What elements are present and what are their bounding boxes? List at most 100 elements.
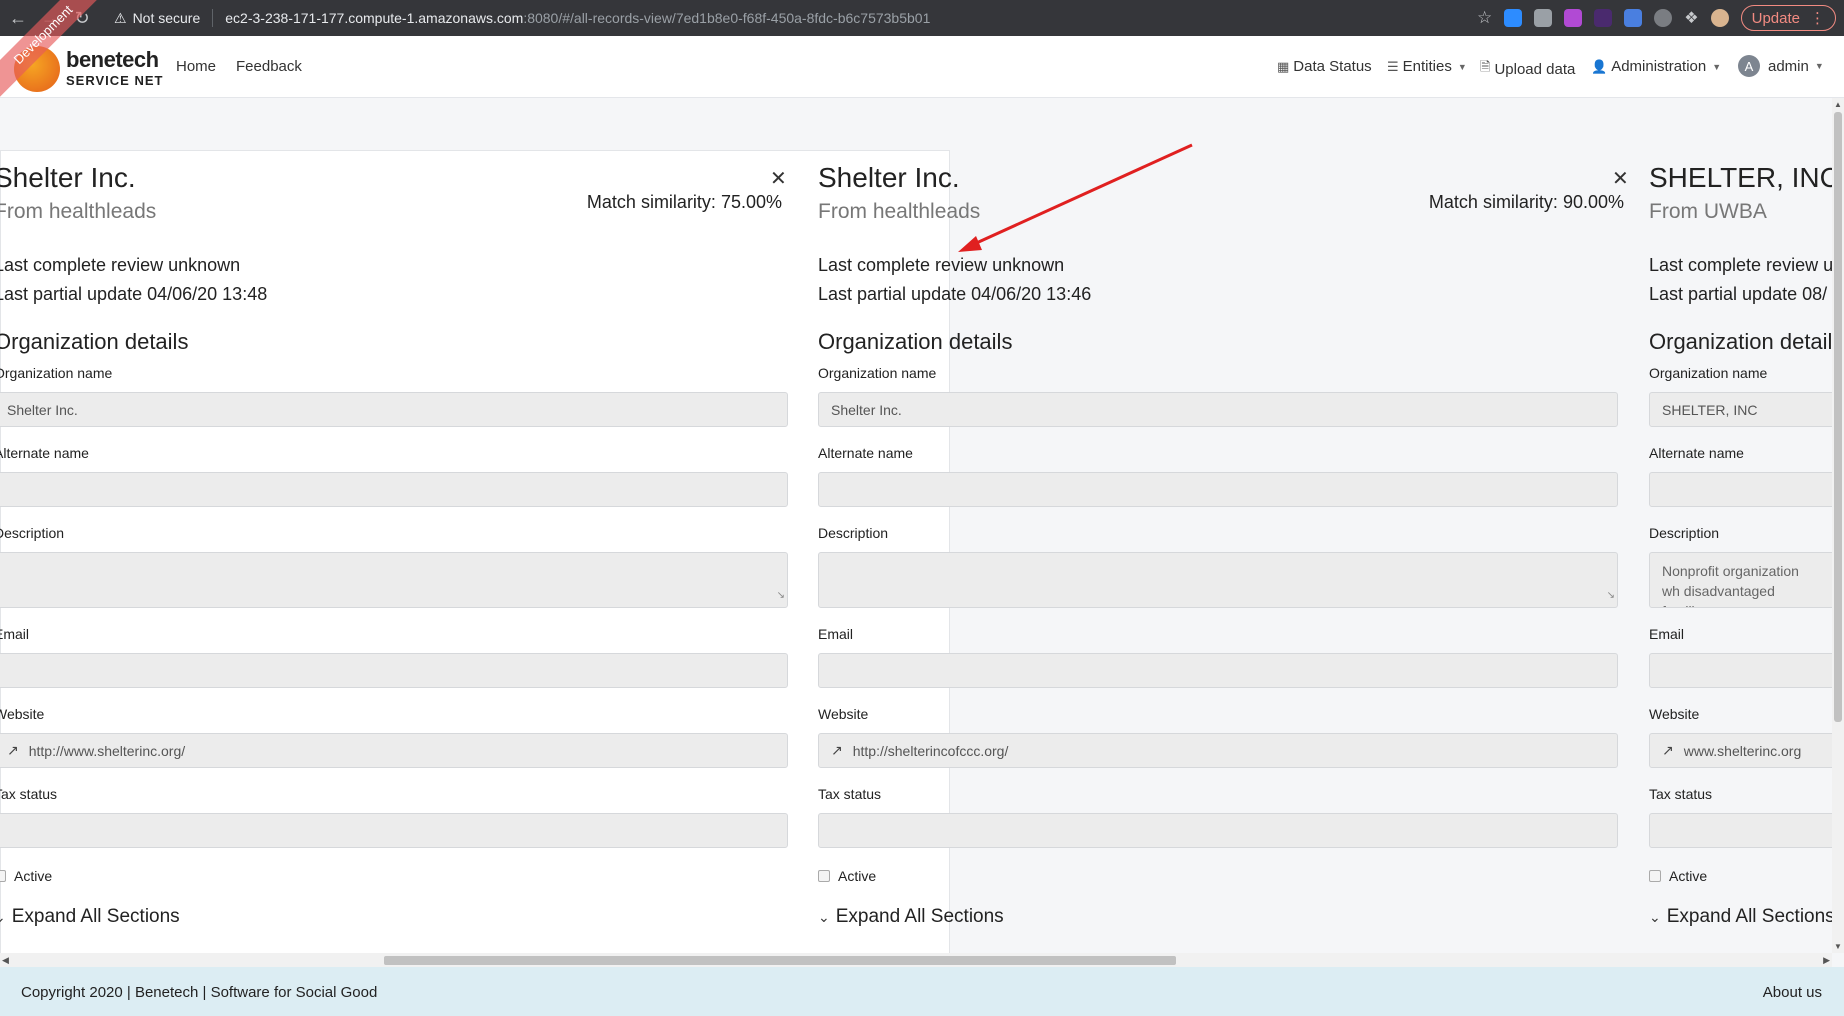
resize-grip-icon[interactable]: ↘ <box>1607 586 1615 606</box>
extension-icon-2[interactable] <box>1534 9 1553 27</box>
active-checkbox[interactable] <box>0 870 6 882</box>
back-arrow-icon[interactable]: ← <box>4 4 32 32</box>
description-field[interactable]: ↘ <box>818 552 1618 608</box>
tax-status-field[interactable] <box>1649 813 1832 848</box>
org-name-field[interactable]: Shelter Inc. <box>818 392 1618 427</box>
org-name-field[interactable]: Shelter Inc. <box>0 392 788 427</box>
email-label: Email <box>1649 626 1685 642</box>
update-button[interactable]: Update ⋮ <box>1740 5 1836 31</box>
chevron-down-icon: ⌄ <box>0 909 6 926</box>
horizontal-scroll-thumb[interactable] <box>384 956 1176 965</box>
extensions-bar: ☆ ❖ Update ⋮ <box>1477 4 1836 32</box>
website-label: Website <box>818 706 869 722</box>
zoom-extension-icon[interactable] <box>1504 9 1523 27</box>
expand-all-sections[interactable]: ⌄ Expand All Sections <box>818 906 1004 928</box>
translate-extension-icon[interactable] <box>1624 9 1643 27</box>
tax-status-field[interactable] <box>818 813 1618 848</box>
active-checkbox-row[interactable]: Active <box>0 868 52 884</box>
scroll-down-arrow-icon[interactable]: ▼ <box>1834 942 1842 951</box>
address-separator <box>212 9 214 27</box>
tax-status-field[interactable] <box>0 813 788 848</box>
last-review: Last complete review unknown <box>0 255 241 275</box>
active-checkbox[interactable] <box>1649 870 1661 882</box>
entities-label: Entities <box>1402 58 1452 75</box>
address-bar[interactable]: ⚠ Not secure ec2-3-238-171-177.compute-1… <box>104 4 1464 32</box>
external-link-icon[interactable]: ↗ <box>7 742 19 759</box>
tax-status-label: Tax status <box>818 786 882 802</box>
expand-all-sections[interactable]: ⌄ Expand All Sections <box>1649 906 1832 928</box>
nav-upload-data[interactable]: 🗎 Upload data <box>1480 58 1575 80</box>
alt-name-label: Alternate name <box>1649 445 1744 461</box>
vertical-scroll-thumb[interactable] <box>1834 112 1842 722</box>
record-source: From healthleads <box>0 200 157 223</box>
alt-name-field[interactable] <box>818 472 1618 507</box>
caret-down-icon: ▼ <box>1814 61 1824 71</box>
brand-name[interactable]: benetech <box>66 47 159 73</box>
browser-toolbar: ← → ↻ ⚠ Not secure ec2-3-238-171-177.com… <box>0 0 1844 36</box>
nav-administration-dropdown[interactable]: 👤 Administration ▼ <box>1591 58 1721 75</box>
expand-all-sections[interactable]: ⌄ Expand All Sections <box>0 906 180 928</box>
alt-name-label: Alternate name <box>818 445 913 461</box>
horizontal-scrollbar[interactable]: ◀ ▶ <box>0 953 1832 967</box>
warning-icon: ⚠ <box>114 9 127 26</box>
nav-data-status[interactable]: ▦ Data Status <box>1277 58 1372 75</box>
vertical-scrollbar[interactable]: ▲ ▼ <box>1832 98 1844 953</box>
chevron-down-icon: ⌄ <box>1649 908 1661 925</box>
user-plus-icon: 👤 <box>1591 58 1608 74</box>
user-avatar: A <box>1738 55 1760 77</box>
email-label: Email <box>818 626 854 642</box>
puzzle-icon[interactable]: ❖ <box>1684 8 1698 28</box>
alt-name-label: Alternate name <box>0 445 89 461</box>
org-name-value: SHELTER, INC <box>1662 401 1758 418</box>
email-field[interactable] <box>0 653 788 688</box>
extension-icon-6[interactable] <box>1654 9 1673 27</box>
brand-tagline: SERVICE NET <box>66 73 164 88</box>
org-name-label: Organization name <box>0 365 113 381</box>
website-field[interactable]: ↗ http://shelterincofccc.org/ <box>818 733 1618 768</box>
external-link-icon[interactable]: ↗ <box>1662 742 1674 759</box>
org-name-field[interactable]: SHELTER, INC <box>1649 392 1832 427</box>
description-field[interactable]: ↘ <box>0 552 788 608</box>
extension-icon-3[interactable] <box>1564 9 1583 27</box>
org-name-value: Shelter Inc. <box>7 401 78 418</box>
alt-name-field[interactable] <box>0 472 788 507</box>
close-icon[interactable]: ✕ <box>770 166 787 191</box>
website-value: www.shelterinc.org <box>1683 742 1802 759</box>
website-field[interactable]: ↗ www.shelterinc.org <box>1649 733 1832 768</box>
resize-grip-icon[interactable]: ↘ <box>777 586 785 606</box>
alt-name-field[interactable] <box>1649 472 1832 507</box>
profile-avatar-icon[interactable] <box>1710 9 1729 27</box>
expand-label: Expand All Sections <box>835 906 1004 927</box>
active-checkbox[interactable] <box>818 870 830 882</box>
email-field[interactable] <box>1649 653 1832 688</box>
scroll-up-arrow-icon[interactable]: ▲ <box>1834 100 1842 109</box>
app-navbar: benetech SERVICE NET Home Feedback ▦ Data… <box>0 36 1844 98</box>
caret-down-icon: ▼ <box>1457 61 1467 72</box>
scroll-right-arrow-icon[interactable]: ▶ <box>1823 953 1830 967</box>
file-upload-icon: 🗎 <box>1480 59 1491 74</box>
active-checkbox-row[interactable]: Active <box>818 868 876 884</box>
expand-label: Expand All Sections <box>11 906 180 927</box>
close-icon[interactable]: ✕ <box>1612 166 1629 191</box>
nav-feedback-link[interactable]: Feedback <box>236 58 302 75</box>
description-label: Description <box>1649 525 1720 541</box>
active-checkbox-row[interactable]: Active <box>1649 868 1707 884</box>
caret-down-icon: ▼ <box>1712 61 1722 72</box>
section-heading: Organization details <box>818 329 1013 354</box>
external-link-icon[interactable]: ↗ <box>831 742 843 759</box>
website-field[interactable]: ↗ http://www.shelterinc.org/ <box>0 733 788 768</box>
nav-entities-dropdown[interactable]: ☰ Entities ▼ <box>1387 58 1467 75</box>
description-label: Description <box>818 525 889 541</box>
scroll-left-arrow-icon[interactable]: ◀ <box>2 953 9 967</box>
record-title: Shelter Inc. <box>0 162 136 193</box>
extension-icon-4[interactable] <box>1594 9 1613 27</box>
nav-user-dropdown[interactable]: Aadmin ▼ <box>1738 55 1824 77</box>
footer-copyright: Copyright 2020 | Benetech | Software for… <box>21 984 378 1001</box>
description-field[interactable]: Nonprofit organization wh disadvantaged … <box>1649 552 1832 608</box>
bookmark-star-icon[interactable]: ☆ <box>1477 8 1492 28</box>
footer-about-link[interactable]: About us <box>1763 984 1822 1001</box>
record-title: Shelter Inc. <box>818 162 960 193</box>
website-value: http://www.shelterinc.org/ <box>28 742 186 759</box>
email-field[interactable] <box>818 653 1618 688</box>
nav-home-link[interactable]: Home <box>176 58 216 75</box>
